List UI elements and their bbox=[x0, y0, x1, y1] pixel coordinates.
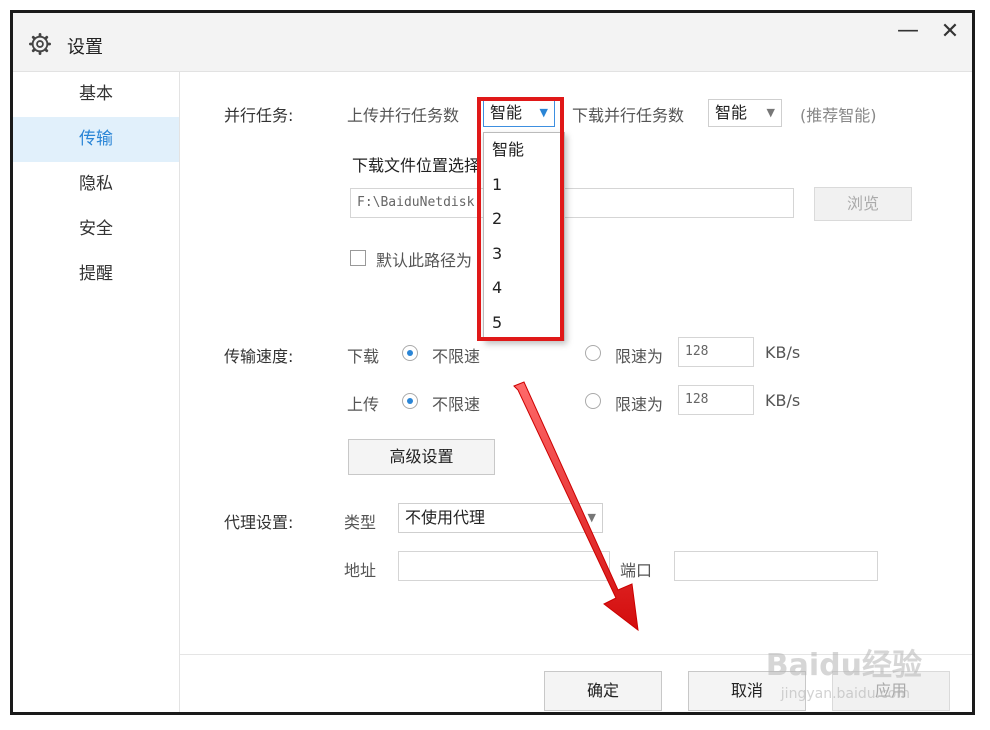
dropdown-option-4[interactable]: 4 bbox=[484, 271, 564, 306]
proxy-type-label: 类型 bbox=[344, 513, 377, 532]
settings-content: 并行任务: 上传并行任务数 智能 ▼ 下载并行任务数 智能 ▼ (推荐智能) 下… bbox=[180, 72, 972, 712]
watermark-brand: Baidu经验 bbox=[765, 648, 922, 683]
download-limit-input[interactable]: 128 bbox=[678, 337, 754, 367]
sidebar-item-basic[interactable]: 基本 bbox=[13, 72, 179, 117]
download-parallel-value: 智能 bbox=[715, 103, 748, 122]
minimize-button[interactable]: — bbox=[894, 19, 922, 47]
gear-icon bbox=[29, 33, 51, 55]
dropdown-arrow-icon: ▼ bbox=[766, 106, 775, 119]
download-unlimited-label: 不限速 bbox=[432, 347, 481, 366]
speed-section-label: 传输速度: bbox=[224, 347, 294, 366]
proxy-section-label: 代理设置: bbox=[224, 513, 294, 532]
annotation-arrow-icon bbox=[513, 381, 639, 632]
parallel-hint: (推荐智能) bbox=[800, 106, 877, 125]
sidebar-item-security[interactable]: 安全 bbox=[13, 207, 179, 252]
dropdown-option-5[interactable]: 5 bbox=[484, 306, 564, 341]
download-parallel-select[interactable]: 智能 ▼ bbox=[708, 99, 782, 127]
download-speed-label: 下载 bbox=[347, 347, 380, 366]
window-title: 设置 bbox=[67, 37, 103, 58]
dropdown-option-smart[interactable]: 智能 bbox=[484, 133, 564, 168]
parallel-section-label: 并行任务: bbox=[224, 106, 294, 125]
proxy-port-input[interactable] bbox=[674, 551, 878, 581]
settings-sidebar: 基本 传输 隐私 安全 提醒 bbox=[13, 72, 180, 712]
download-location-label: 下载文件位置选择 bbox=[352, 156, 481, 175]
dropdown-arrow-icon: ▼ bbox=[539, 106, 548, 119]
download-limit-radio[interactable] bbox=[585, 345, 601, 361]
browse-button[interactable]: 浏览 bbox=[814, 187, 912, 221]
download-parallel-label: 下载并行任务数 bbox=[572, 106, 685, 125]
upload-limit-input[interactable]: 128 bbox=[678, 385, 754, 415]
default-path-checkbox[interactable] bbox=[350, 250, 366, 266]
download-unlimited-radio[interactable] bbox=[402, 345, 418, 361]
upload-parallel-value: 智能 bbox=[490, 103, 523, 122]
download-limit-label: 限速为 bbox=[615, 347, 664, 366]
sidebar-item-privacy[interactable]: 隐私 bbox=[13, 162, 179, 207]
close-button[interactable]: ✕ bbox=[936, 19, 964, 47]
proxy-type-value: 不使用代理 bbox=[405, 508, 486, 527]
dropdown-option-2[interactable]: 2 bbox=[484, 202, 564, 237]
dropdown-option-3[interactable]: 3 bbox=[484, 237, 564, 272]
proxy-address-label: 地址 bbox=[344, 561, 377, 580]
upload-parallel-label: 上传并行任务数 bbox=[347, 106, 460, 125]
download-path-input[interactable]: F:\BaiduNetdisk bbox=[350, 188, 794, 218]
upload-unlimited-radio[interactable] bbox=[402, 393, 418, 409]
upload-unlimited-label: 不限速 bbox=[432, 395, 481, 414]
download-limit-unit: KB/s bbox=[765, 343, 801, 362]
ok-button[interactable]: 确定 bbox=[544, 671, 662, 711]
sidebar-item-reminder[interactable]: 提醒 bbox=[13, 252, 179, 297]
advanced-settings-button[interactable]: 高级设置 bbox=[348, 439, 495, 475]
default-path-label: 默认此路径为 bbox=[376, 251, 473, 270]
upload-limit-unit: KB/s bbox=[765, 391, 801, 410]
upload-parallel-dropdown: 智能 1 2 3 4 5 bbox=[483, 132, 565, 341]
upload-speed-label: 上传 bbox=[347, 395, 380, 414]
title-bar: 设置 — ✕ bbox=[13, 13, 972, 72]
upload-parallel-select[interactable]: 智能 ▼ bbox=[483, 99, 555, 127]
watermark-url: jingyan.baidu.com bbox=[780, 686, 910, 702]
sidebar-item-transfer[interactable]: 传输 bbox=[13, 117, 179, 162]
settings-window: 设置 — ✕ 基本 传输 隐私 安全 提醒 并行任务: 上传并行任务数 智能 ▼… bbox=[10, 10, 975, 715]
dropdown-option-1[interactable]: 1 bbox=[484, 168, 564, 203]
